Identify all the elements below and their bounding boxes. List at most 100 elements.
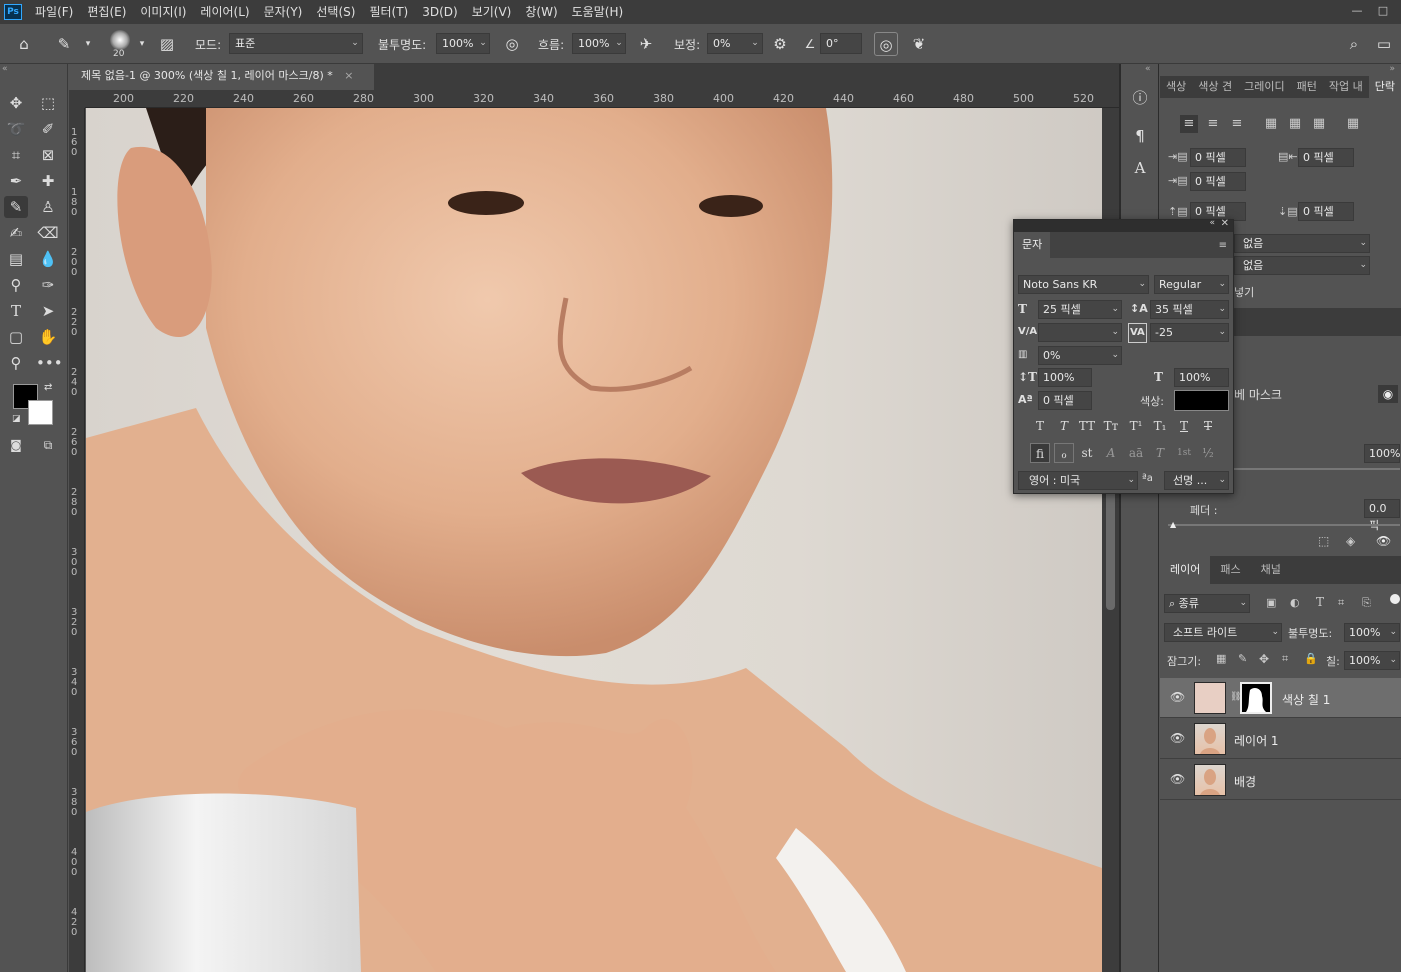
discretionary-ligatures-button[interactable]: st (1077, 443, 1097, 463)
symmetry-icon[interactable]: ❦ (907, 32, 931, 56)
document-tab[interactable]: 제목 없음-1 @ 300% (색상 칠 1, 레이어 마스크/8) * × (69, 64, 374, 90)
scrollbar-thumb[interactable] (1106, 475, 1115, 610)
align-right-icon[interactable]: ≡ (1228, 115, 1246, 133)
menu-file[interactable]: 파일(F) (28, 0, 80, 24)
marquee-tool-icon[interactable]: ⬚ (36, 92, 60, 114)
tab-panel-3[interactable]: 패턴 (1291, 76, 1323, 98)
font-family-dropdown[interactable]: Noto Sans KR ⌄ (1018, 275, 1149, 294)
layer-opacity-field[interactable]: 100% ⌄ (1344, 623, 1400, 642)
justify-all-icon[interactable]: ▦ (1344, 115, 1362, 133)
font-size-field[interactable]: 25 픽셀 ⌄ (1038, 300, 1122, 319)
contextual-alternates-button[interactable]: ℴ (1054, 443, 1074, 463)
frame-tool-icon[interactable]: ⊠ (36, 144, 60, 166)
stamp-tool-icon[interactable]: ♙ (36, 196, 60, 218)
zoom-tool-icon[interactable]: ⚲ (4, 352, 28, 374)
paragraph-icon[interactable]: ¶ (1128, 124, 1152, 148)
slider-handle-icon[interactable]: ▲ (1170, 520, 1176, 529)
chevron-down-icon[interactable]: ▾ (130, 32, 154, 56)
pressure-size-icon[interactable]: ◎ (874, 32, 898, 56)
layer-thumbnail[interactable] (1194, 723, 1226, 755)
tab-panel-1[interactable]: 색상 견 (1192, 76, 1238, 98)
crop-tool-icon[interactable]: ⌗ (4, 144, 28, 166)
eye-icon[interactable]: 👁 (1170, 731, 1185, 745)
feather-field[interactable]: 0.0 픽 (1364, 499, 1400, 532)
eraser-tool-icon[interactable]: ⌫ (36, 222, 60, 244)
layer-thumbnail[interactable] (1194, 764, 1226, 796)
menu-image[interactable]: 이미지(I) (133, 0, 193, 24)
more-tools-icon[interactable]: ••• (36, 352, 63, 374)
underline-button[interactable]: T (1174, 416, 1194, 436)
home-icon[interactable]: ⌂ (12, 32, 36, 56)
superscript-button[interactable]: T¹ (1126, 416, 1146, 436)
filter-toggle-icon[interactable] (1390, 594, 1400, 604)
indent-right-field[interactable]: 0 픽셀 (1298, 148, 1354, 167)
apply-mask-icon[interactable]: ◈ (1346, 534, 1355, 548)
tracking-field[interactable]: -25 ⌄ (1150, 323, 1229, 342)
density-field[interactable]: 100% (1364, 444, 1400, 463)
default-colors-icon[interactable]: ◪ (12, 414, 21, 424)
menu-filter[interactable]: 필터(T) (362, 0, 415, 24)
antialias-dropdown[interactable]: 선명 ... ⌄ (1164, 471, 1229, 490)
workspace-icon[interactable]: ▭ (1372, 32, 1396, 56)
small-caps-button[interactable]: Tт (1101, 416, 1121, 436)
tab-panel-4[interactable]: 작업 내 (1323, 76, 1369, 98)
layer-name[interactable]: 레이어 1 (1234, 732, 1279, 749)
text-color-swatch[interactable] (1174, 390, 1229, 411)
menu-type[interactable]: 문자(Y) (257, 0, 310, 24)
justify-center-icon[interactable]: ▦ (1286, 115, 1304, 133)
subscript-button[interactable]: T₁ (1150, 416, 1170, 436)
lock-position-icon[interactable]: ✥ (1259, 652, 1269, 666)
indent-left-field[interactable]: 0 픽셀 (1190, 148, 1246, 167)
menu-view[interactable]: 보기(V) (465, 0, 519, 24)
kerning-field[interactable]: ⌄ (1038, 323, 1122, 342)
swash-button[interactable]: A (1101, 443, 1121, 463)
mode-select[interactable]: 표준 (229, 33, 363, 54)
screen-mode-icon[interactable]: ⧉ (36, 434, 60, 456)
panel-header[interactable]: « ✕ (1014, 218, 1233, 232)
pen-tool-icon[interactable]: ✑ (36, 274, 60, 296)
align-left-icon[interactable]: ≡ (1180, 115, 1198, 133)
tab-panel-5[interactable]: 단락 (1368, 76, 1401, 98)
tab-layers-panel-0[interactable]: 레이어 (1160, 556, 1211, 584)
expand-icon[interactable]: « (1145, 64, 1151, 74)
tab-character[interactable]: 문자 (1014, 232, 1051, 258)
angle-field[interactable]: 0° (820, 33, 862, 54)
brush-settings-icon[interactable]: ▨ (155, 32, 179, 56)
fractions-button[interactable]: ½ (1198, 443, 1218, 463)
load-selection-icon[interactable]: ⬚ (1318, 534, 1329, 548)
healing-brush-tool-icon[interactable]: ✚ (36, 170, 60, 192)
filter-adjustment-icon[interactable]: ◐ (1290, 596, 1300, 609)
blur-tool-icon[interactable]: 💧 (36, 248, 60, 270)
document-canvas[interactable] (86, 108, 1102, 972)
layer-filter-dropdown[interactable]: ⌕ 종류 ⌄ (1164, 594, 1250, 613)
lock-image-icon[interactable]: ✎ (1238, 652, 1247, 665)
menu-select[interactable]: 선택(S) (309, 0, 362, 24)
lock-transparent-icon[interactable]: ▦ (1216, 652, 1226, 665)
brush-size-icon[interactable] (110, 30, 130, 50)
menu-help[interactable]: 도움말(H) (565, 0, 631, 24)
font-style-dropdown[interactable]: Regular ⌄ (1154, 275, 1229, 294)
faux-italic-button[interactable]: T (1054, 416, 1074, 436)
filter-smartobject-icon[interactable]: ⎘ (1362, 596, 1371, 610)
hand-tool-icon[interactable]: ✋ (36, 326, 60, 348)
lock-all-icon[interactable]: 🔒 (1304, 652, 1318, 665)
menu-window[interactable]: 창(W) (518, 0, 564, 24)
collapse-icon[interactable]: » (1389, 64, 1395, 74)
justify-left-icon[interactable]: ▦ (1262, 115, 1280, 133)
layer-row-color-fill[interactable]: 👁 ⛓ 색상 칠 1 (1160, 678, 1401, 718)
filter-type-icon[interactable]: T (1316, 595, 1324, 609)
language-dropdown[interactable]: 영어 : 미국 ⌄ (1018, 471, 1138, 490)
strikethrough-button[interactable]: T (1198, 416, 1218, 436)
panel-menu-icon[interactable]: ≡ (1219, 240, 1227, 251)
menu-3d[interactable]: 3D(D) (415, 0, 464, 24)
vertical-scale-field[interactable]: 100% (1038, 368, 1092, 387)
filter-pixel-icon[interactable]: ▣ (1266, 596, 1276, 609)
tab-layers-panel-2[interactable]: 채널 (1251, 556, 1291, 584)
dodge-tool-icon[interactable]: ⚲ (4, 274, 28, 296)
align-center-icon[interactable]: ≡ (1204, 115, 1222, 133)
baseline-shift-field[interactable]: 0 픽셀 (1038, 391, 1092, 410)
layer-name[interactable]: 색상 칠 1 (1282, 691, 1330, 708)
collapse-icon[interactable]: « (2, 64, 8, 74)
tsume-field[interactable]: 0% ⌄ (1038, 346, 1122, 365)
maximize-button[interactable]: □ (1373, 2, 1393, 22)
